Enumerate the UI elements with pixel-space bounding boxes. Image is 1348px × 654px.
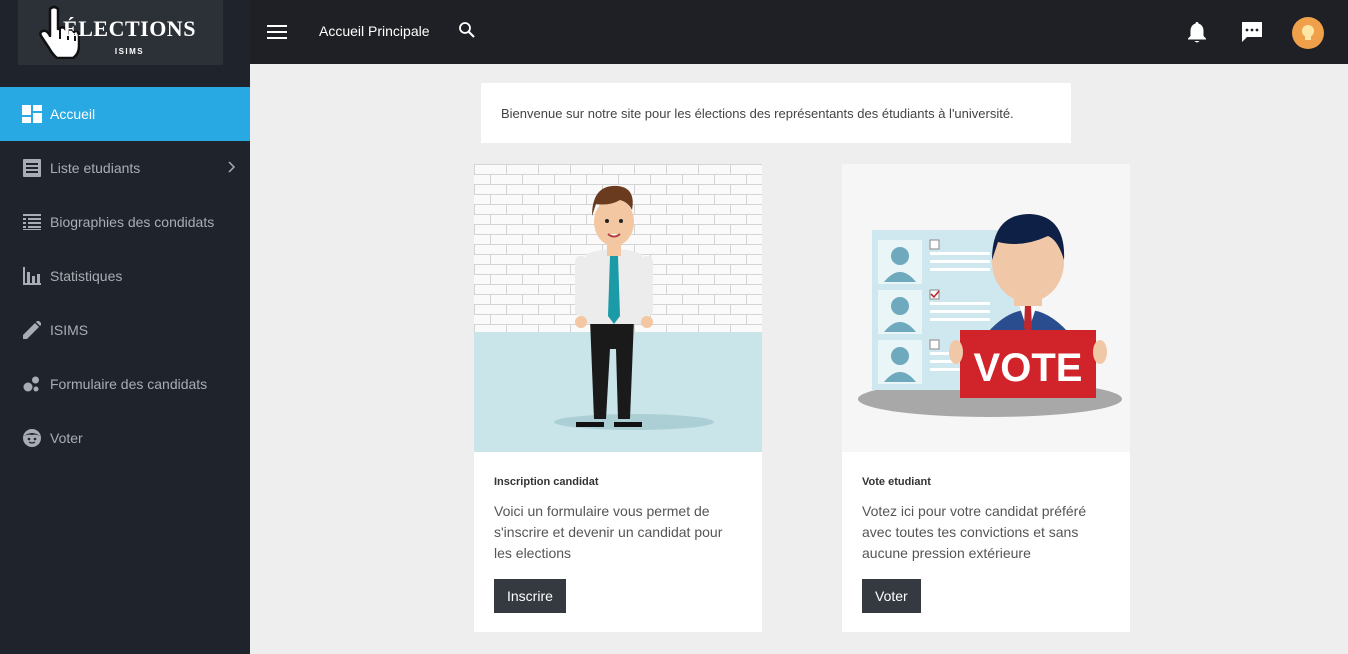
inscrire-button[interactable]: Inscrire	[494, 579, 566, 613]
brand-title: ÉLECTIONS	[63, 16, 196, 41]
candidate-illustration	[474, 164, 762, 452]
bar-chart-icon	[22, 266, 42, 286]
card-text: Votez ici pour votre candidat préféré av…	[862, 503, 1087, 561]
card-title: Vote etudiant	[862, 476, 931, 488]
sidebar-nav: Accueil Liste etudiants Biographies des …	[0, 87, 250, 465]
menu-icon[interactable]	[266, 22, 288, 42]
sidebar-item-label: Voter	[50, 430, 83, 446]
card-text: Voici un formulaire vous permet de s'ins…	[494, 503, 723, 561]
card-inscription: Inscription candidat Voici un formulaire…	[474, 164, 762, 632]
brand-subtitle: ISIMS	[114, 47, 145, 56]
grid-list-icon	[22, 212, 42, 232]
list-icon	[22, 158, 42, 178]
sidebar: ÉLECTIONS ISIMS Accueil Liste etudiants …	[0, 0, 250, 654]
sidebar-item-statistiques[interactable]: Statistiques	[0, 249, 250, 303]
sidebar-item-biographies[interactable]: Biographies des condidats	[0, 195, 250, 249]
avatar[interactable]	[1292, 17, 1324, 49]
voter-button[interactable]: Voter	[862, 579, 921, 613]
vote-illustration: VOTE	[842, 164, 1130, 452]
lightbulb-icon	[1302, 25, 1314, 40]
sidebar-item-label: ISIMS	[50, 322, 89, 338]
sidebar-item-liste-etudiants[interactable]: Liste etudiants	[0, 141, 250, 195]
pencil-icon	[22, 320, 42, 340]
card-vote: VOTE Vote etudiant Votez ici pour votre …	[842, 164, 1130, 632]
sidebar-item-voter[interactable]: Voter	[0, 411, 250, 465]
page-title[interactable]: Accueil Principale	[319, 23, 430, 39]
sidebar-item-formulaire[interactable]: Formulaire des candidats	[0, 357, 250, 411]
search-icon[interactable]	[458, 21, 476, 44]
sidebar-item-isims[interactable]: ISIMS	[0, 303, 250, 357]
brand-logo[interactable]: ÉLECTIONS ISIMS	[18, 0, 223, 65]
sidebar-item-label: Liste etudiants	[50, 160, 141, 176]
bell-icon[interactable]	[1186, 20, 1208, 49]
sidebar-item-accueil[interactable]: Accueil	[0, 87, 250, 141]
face-icon	[22, 428, 42, 448]
welcome-banner: Bienvenue sur notre site pour les électi…	[481, 83, 1071, 143]
welcome-text: Bienvenue sur notre site pour les électi…	[501, 105, 1014, 121]
topbar: Accueil Principale	[250, 0, 1348, 64]
sidebar-item-label: Accueil	[50, 106, 96, 122]
dashboard-icon	[22, 104, 42, 124]
bubbles-icon	[22, 374, 42, 394]
card-title: Inscription candidat	[494, 476, 599, 488]
sidebar-item-label: Formulaire des candidats	[50, 376, 208, 392]
chat-icon[interactable]	[1240, 20, 1264, 49]
sidebar-item-label: Biographies des condidats	[50, 214, 215, 230]
vote-sign-text: VOTE	[974, 346, 1083, 390]
sidebar-item-label: Statistiques	[50, 268, 123, 284]
chevron-right-icon	[228, 160, 236, 176]
